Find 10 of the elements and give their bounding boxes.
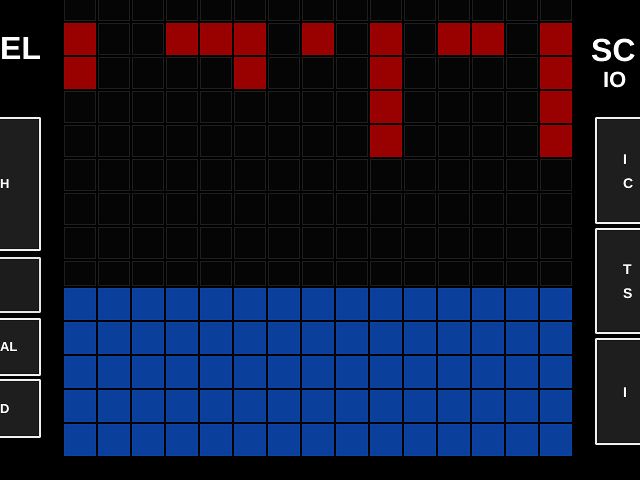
panel-title: SC bbox=[591, 35, 636, 65]
menu-button[interactable] bbox=[0, 257, 41, 313]
menu-button[interactable]: AL bbox=[0, 318, 41, 376]
menu-button[interactable]: I C bbox=[595, 117, 640, 224]
menu-button[interactable]: I bbox=[595, 338, 640, 445]
menu-button[interactable]: T S bbox=[595, 228, 640, 334]
menu-button[interactable]: D bbox=[0, 379, 41, 438]
menu-button[interactable]: H bbox=[0, 117, 41, 251]
panel-title: EL bbox=[0, 30, 42, 66]
score-value: IO bbox=[602, 68, 628, 92]
